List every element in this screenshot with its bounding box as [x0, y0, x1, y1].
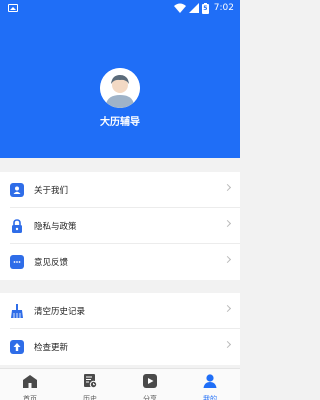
menu-item-privacy[interactable]: 隐私与政策 — [0, 208, 240, 244]
user-icon — [203, 373, 217, 392]
clock: 7:02 — [213, 3, 234, 13]
broom-icon — [10, 304, 24, 318]
chevron-right-icon — [223, 304, 232, 313]
tab-mine[interactable]: 我的 — [180, 369, 240, 400]
update-icon — [10, 340, 24, 354]
tab-label: 首页 — [23, 395, 37, 400]
menu-item-about[interactable]: 关于我们 — [0, 172, 240, 208]
tab-label: 历史 — [83, 395, 97, 400]
menu-item-label: 清空历史记录 — [34, 307, 86, 317]
menu-item-label: 意见反馈 — [34, 258, 69, 268]
profile-header: 5 7:02 大历辅导 — [0, 0, 240, 158]
about-icon — [10, 183, 24, 197]
bottom-tab-bar: 首页 历史 分享 我的 — [0, 368, 240, 400]
share-icon — [143, 373, 157, 392]
menu-group-info: 关于我们 隐私与政策 意见反馈 — [0, 172, 240, 280]
chevron-right-icon — [223, 219, 232, 228]
home-icon — [23, 373, 37, 392]
default-avatar-icon[interactable] — [100, 68, 140, 108]
signal-icon — [188, 3, 199, 13]
menu-item-check-update[interactable]: 检查更新 — [0, 329, 240, 365]
lock-icon — [10, 219, 24, 233]
status-bar: 5 7:02 — [0, 0, 240, 16]
tab-home[interactable]: 首页 — [0, 369, 60, 400]
image-icon — [8, 4, 18, 12]
status-icons: 5 7:02 — [173, 2, 234, 14]
menu-item-label: 隐私与政策 — [34, 222, 77, 232]
battery-level: 5 — [203, 4, 208, 12]
tab-history[interactable]: 历史 — [60, 369, 120, 400]
chevron-right-icon — [223, 255, 232, 264]
wifi-icon — [173, 3, 186, 13]
chevron-right-icon — [223, 340, 232, 349]
tab-share[interactable]: 分享 — [120, 369, 180, 400]
chevron-right-icon — [223, 183, 232, 192]
menu-item-label: 关于我们 — [34, 186, 69, 196]
tab-label: 我的 — [203, 395, 217, 400]
menu-item-label: 检查更新 — [34, 343, 69, 353]
history-icon — [83, 373, 98, 392]
menu-item-clear-history[interactable]: 清空历史记录 — [0, 293, 240, 329]
username: 大历辅导 — [100, 117, 140, 128]
battery-icon: 5 — [201, 2, 209, 14]
menu-group-actions: 清空历史记录 检查更新 — [0, 293, 240, 365]
menu-item-feedback[interactable]: 意见反馈 — [0, 244, 240, 280]
tab-label: 分享 — [143, 395, 157, 400]
feedback-icon — [10, 255, 24, 269]
